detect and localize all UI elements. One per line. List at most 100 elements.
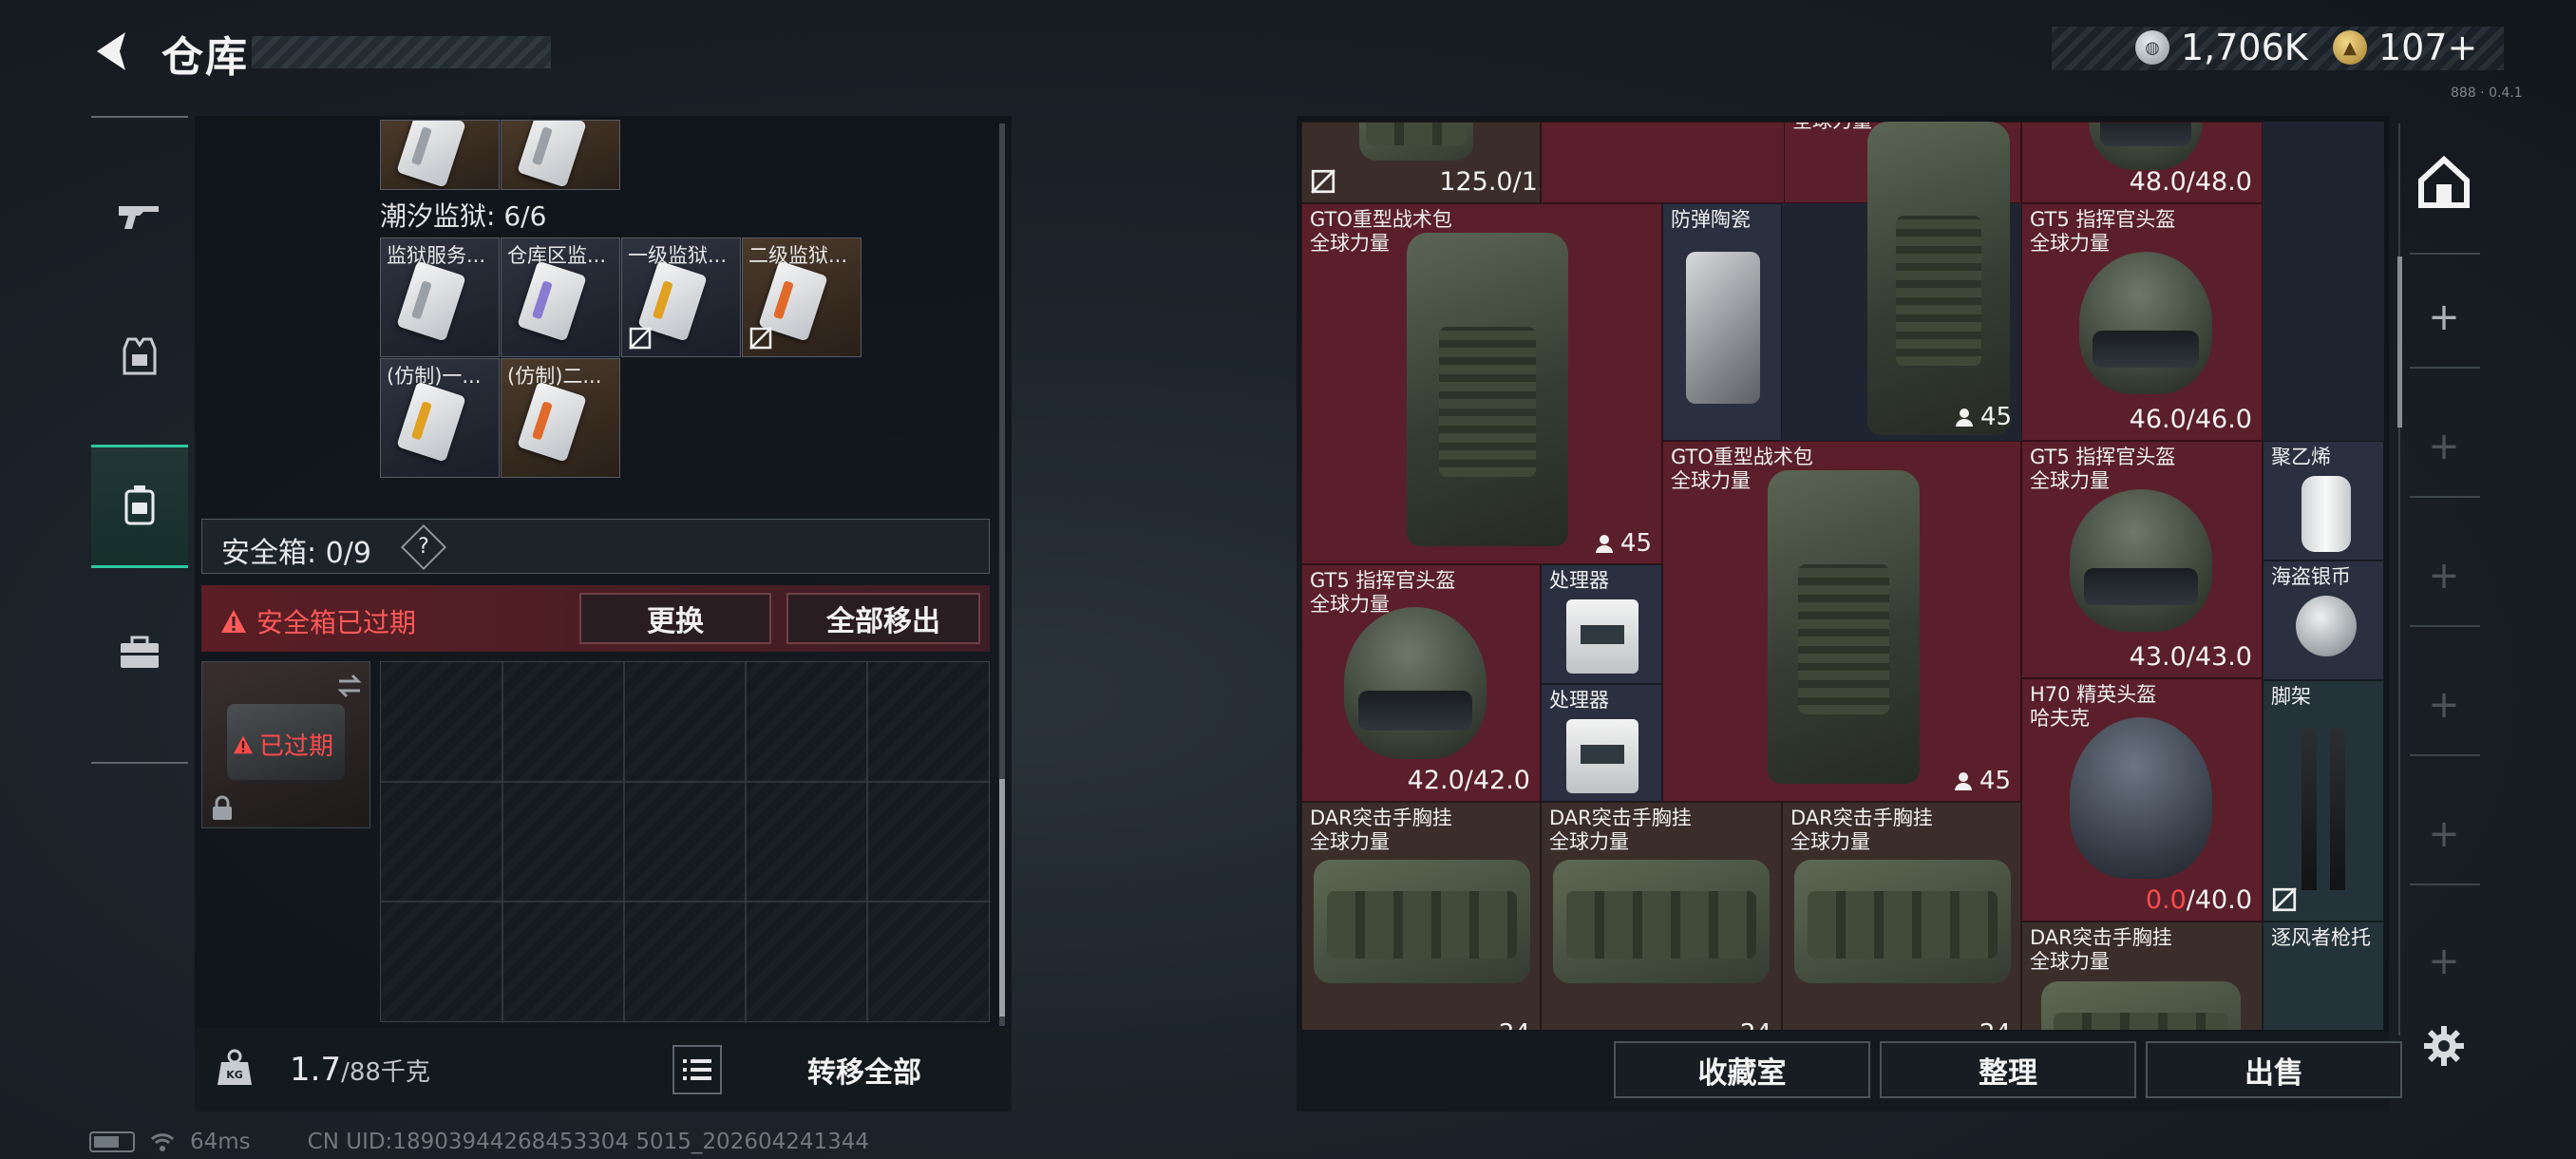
add-storage-tab-plus-icon[interactable]: +	[2425, 298, 2463, 336]
item-name: DAR突击手胸挂 全球力量	[2030, 926, 2172, 973]
add-storage-tab-plus-icon[interactable]: +	[2425, 428, 2463, 466]
weight-readout: 1.7/88千克	[290, 1051, 430, 1089]
inventory-item[interactable]: 处理器	[1541, 564, 1662, 684]
tab-divider	[2410, 367, 2480, 369]
safebox-capacity: 安全箱: 0/9	[221, 537, 371, 570]
item-name: 处理器	[1549, 569, 1609, 592]
inventory-item[interactable]: 45	[1782, 122, 2021, 441]
inventory-item[interactable]: DAR突击手胸挂全球力量 24	[1541, 802, 1782, 1030]
expired-warning: 安全箱已过期	[220, 602, 416, 640]
inventory-item[interactable]: GTO重型战术包 全球力量 45	[1662, 441, 2021, 802]
inventory-item[interactable]: GT5 指挥官头盔 全球力量 46.0/46.0	[2021, 203, 2263, 441]
key-card[interactable]: 一级监狱...	[621, 238, 741, 357]
armor-icon	[123, 337, 157, 375]
key-card[interactable]: (仿制)二...	[501, 358, 620, 478]
item-durability: 0.0/40.0	[2145, 885, 2252, 915]
key-card[interactable]: 二级监狱...	[742, 238, 862, 357]
sell-button[interactable]: 出售	[2146, 1041, 2402, 1098]
help-button[interactable]: ?	[400, 523, 447, 571]
transfer-all-button[interactable]: 转移全部	[746, 1041, 983, 1098]
replace-button[interactable]: 更换	[579, 593, 771, 644]
swap-icon[interactable]	[335, 672, 364, 700]
helmet-image	[1344, 607, 1487, 759]
key-card-top-2[interactable]	[501, 120, 620, 190]
safebox-case-slot[interactable]: 已过期	[201, 661, 370, 828]
item-name: 防弹陶瓷	[1671, 208, 1751, 231]
tab-divider	[2410, 253, 2480, 255]
key-card-label: 二级监狱...	[748, 244, 848, 267]
safebox-grid[interactable]	[380, 661, 991, 1023]
inventory-item[interactable]: 逐风者枪托	[2263, 922, 2384, 1030]
uid-text: CN UID:18903944268453304 5015_2026042413…	[307, 1130, 870, 1154]
inventory-item[interactable]: DAR突击手胸挂 全球力量	[2021, 922, 2263, 1030]
left-category-nav	[91, 116, 188, 764]
remove-all-button[interactable]: 全部移出	[786, 593, 980, 644]
inventory-item[interactable]: 防弹陶瓷	[1662, 203, 1782, 441]
key-card-label: 仓库区监...	[507, 244, 607, 267]
key-card[interactable]: (仿制)一...	[380, 358, 500, 478]
weight-icon: KG	[218, 1049, 252, 1085]
nav-backpack[interactable]	[91, 445, 188, 568]
key-section-title: 潮汐监狱: 6/6	[380, 200, 547, 232]
item-durability: 46.0/46.0	[2129, 405, 2252, 434]
add-storage-tab-plus-icon[interactable]: +	[2425, 815, 2463, 853]
collection-room-button[interactable]: 收藏室	[1614, 1041, 1870, 1098]
back-button[interactable]	[87, 27, 137, 76]
weight-max: /88千克	[341, 1058, 430, 1087]
helmet-image	[2079, 252, 2212, 394]
elite-helmet-image	[2070, 717, 2212, 879]
polyethylene-image	[2301, 476, 2351, 552]
add-storage-tab-plus-icon[interactable]: +	[2425, 557, 2463, 595]
inventory-item[interactable]: 125.0/125.0	[1301, 122, 1541, 203]
settings-gear-icon[interactable]	[2422, 1024, 2466, 1068]
wifi-icon	[150, 1133, 175, 1151]
item-count: 45	[1954, 403, 2012, 431]
helmet-image	[2070, 489, 2212, 632]
inventory-item[interactable]: GT5 指挥官头盔 全球力量 43.0/43.0	[2021, 441, 2263, 678]
top-bar: 仓库 ◍ 1,706K ▲ 107+ 888 · 0.4.1	[0, 0, 2576, 104]
inventory-item[interactable]: 48.0/48.0	[2021, 122, 2263, 203]
nav-equipment[interactable]	[91, 591, 188, 714]
case-expired-text: 已过期	[259, 732, 334, 761]
gold-currency[interactable]: ▲ 107+	[2333, 27, 2477, 68]
warning-icon	[234, 735, 253, 753]
backpack-icon	[124, 485, 155, 525]
inventory-footer: 收藏室 整理 出售	[1297, 1032, 2402, 1112]
tab-divider	[2410, 625, 2480, 627]
item-name: DAR突击手胸挂 全球力量	[1549, 807, 1692, 853]
item-name: 聚乙烯	[2271, 446, 2331, 468]
inventory-item[interactable]: GT5 指挥官头盔 全球力量 42.0/42.0	[1301, 564, 1541, 802]
silver-coin-item-image	[2296, 596, 2357, 656]
unbound-icon	[629, 327, 652, 350]
key-card[interactable]: 仓库区监...	[501, 238, 620, 357]
inventory-item[interactable]: GTO重型战术包 全球力量 45	[1301, 203, 1662, 564]
inventory-item[interactable]: 处理器	[1541, 684, 1662, 802]
helmet-image	[2089, 123, 2203, 170]
left-scrollbar-thumb[interactable]	[999, 779, 1005, 1016]
chest-rig-image	[1314, 860, 1530, 983]
keycard-icon	[396, 260, 466, 342]
warning-icon	[221, 610, 246, 633]
bipod-leg	[2330, 729, 2345, 890]
sort-button[interactable]: 整理	[1880, 1041, 2136, 1098]
inventory-item[interactable]: DAR突击手胸挂全球力量 24	[1301, 802, 1541, 1030]
silver-currency[interactable]: ◍ 1,706K	[2135, 27, 2308, 68]
nav-armor[interactable]	[91, 294, 188, 418]
item-count: 24	[1499, 1019, 1530, 1030]
add-storage-tab-plus-icon[interactable]: +	[2425, 942, 2463, 980]
silver-amount: 1,706K	[2181, 27, 2308, 68]
gold-coin-icon: ▲	[2333, 30, 2367, 65]
inventory-item[interactable]: 聚乙烯	[2263, 441, 2384, 560]
nav-weapons[interactable]	[91, 154, 188, 277]
inventory-item[interactable]: DAR突击手胸挂全球力量 24	[1782, 802, 2021, 1030]
tab-divider	[2410, 884, 2480, 885]
add-storage-tab-plus-icon[interactable]: +	[2425, 686, 2463, 724]
storage-home-icon[interactable]	[2414, 152, 2474, 213]
inventory-item[interactable]: 海盗银币	[2263, 560, 2384, 680]
inventory-item[interactable]: 脚架	[2263, 680, 2384, 922]
inventory-item[interactable]: H70 精英头盔 哈夫克 0.0/40.0	[2021, 678, 2263, 922]
list-view-button[interactable]	[672, 1045, 722, 1094]
key-card[interactable]: 监狱服务...	[380, 238, 500, 357]
item-durability: 125.0/125.0	[1439, 167, 1540, 197]
key-card-top-1[interactable]	[380, 120, 500, 190]
